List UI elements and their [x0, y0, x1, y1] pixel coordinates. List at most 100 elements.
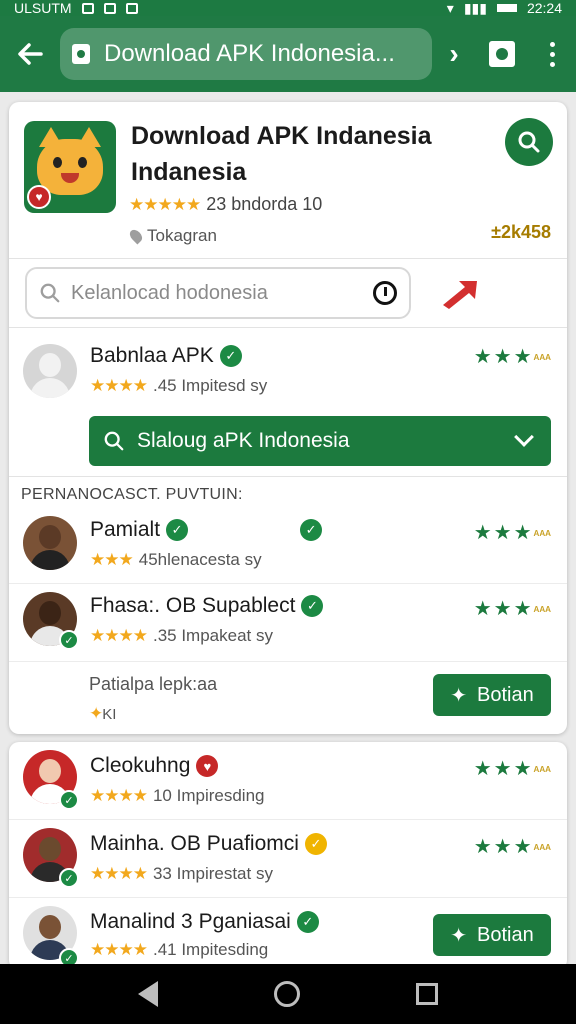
rating-stars-icon: ★★★★ [90, 376, 148, 395]
footer-title: Patialpa lepk:aa [89, 674, 218, 694]
heart-badge-icon: ♥ [27, 185, 51, 209]
app-rating-text: 23 bndorda 10 [206, 194, 323, 214]
shield-icon [103, 2, 116, 14]
member-meta: ★★★ 45hlenacesta sy [90, 550, 262, 570]
action-button[interactable]: ✦ Botian [433, 914, 551, 956]
list-item[interactable]: ✓ Fhasa:. OB Supablect ✓ ★★★★ .35 Impake… [9, 584, 567, 662]
member-meta: ★★★★ 33 Impirestat sy [90, 864, 273, 884]
signal-icon: ▮▮▮ [463, 0, 487, 16]
avatar [23, 344, 77, 398]
app-location: Tokagran [127, 226, 217, 246]
action-button[interactable]: ✦ Botian [433, 674, 551, 716]
member-meta-text: .45 Impitesd sy [152, 376, 268, 395]
image-icon [125, 2, 138, 14]
member-meta: ★★★★ .35 Impakeat sy [90, 626, 273, 646]
browser-toolbar: Download APK Indonesia... › [0, 16, 576, 92]
rating-stars-icon: ★★★ [90, 550, 134, 569]
history-icon[interactable] [373, 281, 397, 305]
verified-icon: ✓ [296, 911, 319, 933]
search-icon [40, 283, 60, 303]
search-placeholder: Kelanlocad hodonesia [71, 281, 268, 304]
status-bar: ULSUTM ▾ ▮▮▮ 22:24 [0, 0, 576, 16]
member-meta: ★★★★ 10 Impiresding [90, 786, 264, 806]
nav-home-icon[interactable] [274, 981, 300, 1007]
nav-back-icon[interactable] [138, 981, 158, 1007]
member-name-text: Fhasa:. OB Supablect [90, 594, 296, 617]
cat-logo-icon [37, 127, 103, 195]
search-input[interactable]: Kelanlocad hodonesia [25, 267, 411, 319]
member-name-text: Babnlaa APK [90, 344, 214, 367]
card-footer: Patialpa lepk:aa ✦KI ✦ Botian [9, 660, 567, 734]
member-name: Mainha. OB Puafiomci ✓ [90, 832, 327, 856]
member-name: Manalind 3 Pganiasai ✓ [90, 910, 319, 934]
member-name: Fhasa:. OB Supablect ✓ [90, 594, 324, 618]
forward-arrow-icon[interactable]: › [432, 38, 476, 70]
verified-icon: ✓ [301, 595, 324, 617]
rating-stars-icon: ★★★★ [90, 626, 148, 645]
verified-icon: ✓ [59, 790, 79, 810]
list-item[interactable]: ✓ Manalind 3 Pganiasai ✓ ★★★★ .41 Impite… [9, 898, 567, 970]
list-item[interactable]: Pamialt ✓ ✓ ★★★ 45hlenacesta sy ★★★ᴬᴬᴬ [9, 506, 567, 584]
rating-stars-icon: ★★★★ [90, 864, 148, 883]
member-name: Babnlaa APK ✓ [90, 344, 242, 368]
member-name: Pamialt ✓ ✓ [90, 518, 323, 542]
footer-sub: ✦KI [89, 704, 117, 723]
clock-time: 22:24 [526, 0, 562, 16]
member-meta: ★★★★ .41 Impitesding [90, 940, 268, 960]
action-button-label: Botian [477, 683, 534, 706]
app-header: ♥ Download APK Indanesia Indanesia ★★★★★… [9, 102, 567, 257]
list-item[interactable]: ✓ Mainha. OB Puafiomci ✓ ★★★★ 33 Impires… [9, 820, 567, 898]
action-button-label: Botian [477, 923, 534, 946]
search-button[interactable] [505, 118, 553, 166]
verified-icon: ✓ [166, 519, 189, 541]
share-arrow-icon[interactable] [439, 277, 479, 309]
member-meta-text: .41 Impitesding [152, 940, 269, 959]
score-stars-icon: ★★★ᴬᴬᴬ [473, 522, 551, 544]
score-stars-icon: ★★★ᴬᴬᴬ [473, 758, 551, 780]
back-arrow-icon[interactable] [0, 16, 60, 92]
section-label: PERNANOCASCT. PUVTUIN: [21, 486, 243, 503]
sparkle-icon: ✦ [450, 924, 468, 947]
select-dropdown[interactable]: Slaloug aPK Indonesia [89, 416, 551, 466]
avatar [23, 516, 77, 570]
list-item[interactable]: ✓ Cleokuhng ♥ ★★★★ 10 Impiresding ★★★ᴬᴬᴬ [9, 742, 567, 820]
rating-stars-icon: ★★★★ [90, 940, 148, 959]
rating-stars-icon: ★★★★ [90, 786, 148, 805]
member-name: Cleokuhng ♥ [90, 754, 219, 778]
tabs-button[interactable] [476, 41, 528, 67]
score-stars-icon: ★★★ᴬᴬᴬ [473, 346, 551, 368]
sparkle-icon: ✦ [450, 684, 468, 707]
member-meta-text: 10 Impiresding [152, 786, 265, 805]
member-meta: ★★★★ .45 Impitesd sy [90, 376, 267, 396]
battery-icon [496, 4, 517, 12]
more-menu-icon[interactable] [528, 41, 576, 67]
dropdown-label: Slaloug aPK Indonesia [137, 429, 350, 452]
members-card: ✓ Cleokuhng ♥ ★★★★ 10 Impiresding ★★★ᴬᴬᴬ… [9, 742, 567, 970]
search-icon [104, 431, 124, 451]
member-name-text: Cleokuhng [90, 754, 191, 777]
tabs-icon [489, 41, 515, 67]
carrier-label: ULSUTM [14, 0, 72, 16]
member-meta-text: .35 Impakeat sy [152, 626, 273, 645]
member-meta-text: 33 Impirestat sy [152, 864, 273, 883]
location-pin-icon [127, 227, 145, 245]
address-bar-title: Download APK Indonesia... [104, 40, 395, 67]
search-icon [518, 131, 540, 153]
app-location-text: Tokagran [147, 226, 217, 245]
verified-icon: ✓ [304, 833, 327, 855]
instagram-icon [81, 2, 94, 14]
list-item[interactable]: Babnlaa APK ✓ ★★★★ .45 Impitesd sy ★★★ᴬᴬ… [9, 328, 567, 416]
verified-icon: ✓ [219, 345, 242, 367]
app-card: ♥ Download APK Indanesia Indanesia ★★★★★… [9, 102, 567, 734]
verified-icon: ✓ [300, 519, 323, 541]
chevron-down-icon [514, 427, 534, 447]
system-nav-bar [0, 964, 576, 1024]
nav-recent-apps-icon[interactable] [416, 983, 438, 1005]
member-name-text: Mainha. OB Puafiomci [90, 832, 299, 855]
address-bar[interactable]: Download APK Indonesia... [60, 28, 432, 80]
member-name-text: Manalind 3 Pganiasai [90, 910, 291, 933]
rating-stars-icon: ★★★★★ [129, 194, 201, 214]
score-stars-icon: ★★★ᴬᴬᴬ [473, 836, 551, 858]
app-downloads-count: ±2k458 [491, 222, 551, 242]
member-name-text: Pamialt [90, 518, 161, 541]
